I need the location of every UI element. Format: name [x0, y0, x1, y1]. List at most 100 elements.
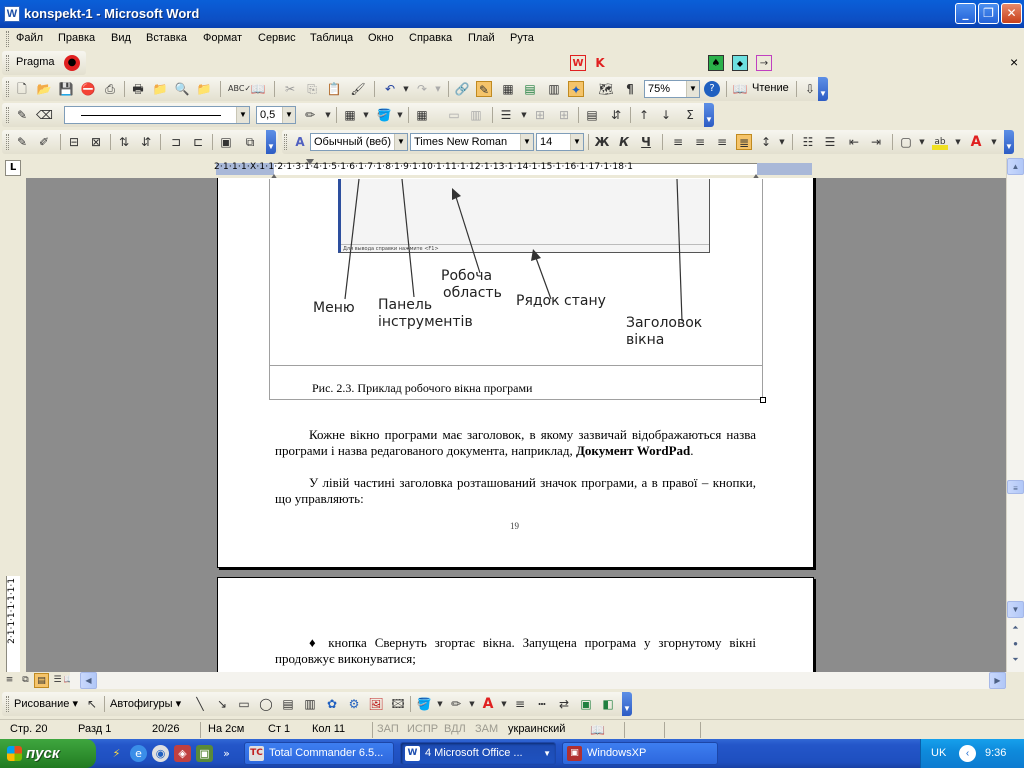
chevron-down-icon[interactable]: ▼ — [686, 81, 699, 97]
draw-table-icon[interactable]: ✎ — [14, 107, 30, 123]
read-icon[interactable]: 📖 — [732, 81, 748, 97]
autoformat-icon[interactable]: ▤ — [584, 107, 600, 123]
task-windowsxp[interactable]: ▣ WindowsXP — [562, 742, 718, 765]
arrow-icon[interactable]: ↘ — [214, 696, 230, 712]
dash-style-icon[interactable]: ┅ — [534, 696, 550, 712]
toolbar-grip[interactable] — [6, 134, 9, 150]
document-map-icon[interactable]: 🗺 — [598, 81, 614, 97]
vertical-ruler[interactable]: 2·1·1·1·1·1·1·1 — [0, 178, 26, 672]
toolbar-options-icon[interactable]: ▼ — [266, 130, 276, 154]
w-mark-icon[interactable]: W — [570, 55, 586, 71]
sort-az-icon[interactable]: ⇅ — [116, 134, 132, 150]
numbering-icon[interactable]: ☷ — [800, 134, 816, 150]
scroll-left-icon[interactable]: ◀ — [80, 672, 97, 689]
underline-button[interactable]: Ч — [638, 134, 654, 150]
split-cells-icon[interactable]: ▥ — [468, 107, 484, 123]
sort-icon[interactable]: ⇩ — [802, 81, 818, 97]
line-spacing-icon[interactable]: ↕ — [758, 134, 774, 150]
scroll-thumb[interactable]: ≡ — [1007, 480, 1024, 494]
styles-icon[interactable]: A — [292, 134, 308, 150]
language-indicator[interactable]: UK — [931, 747, 946, 759]
sort-ascending-icon[interactable]: ↑ — [636, 107, 652, 123]
delete-rows-icon[interactable]: ⊠ — [88, 134, 104, 150]
chevron-down-icon[interactable]: ▼ — [430, 81, 446, 97]
browse-object-icon[interactable]: ● — [1007, 636, 1024, 653]
menu-table[interactable]: Таблица — [310, 32, 353, 44]
scroll-up-icon[interactable]: ▲ — [1007, 158, 1024, 175]
spelling-status-icon[interactable]: 📖 — [590, 723, 605, 737]
spelling-icon[interactable]: ABC✓ — [228, 81, 251, 97]
research-icon[interactable]: 📁 — [196, 81, 212, 97]
first-line-indent-marker[interactable] — [306, 159, 314, 165]
quicklaunch-expand-icon[interactable]: » — [218, 745, 235, 762]
decrease-indent-icon[interactable]: ⇤ — [846, 134, 862, 150]
arrow-style-icon[interactable]: ⇄ — [556, 696, 572, 712]
copy-icon[interactable]: ⎘ — [304, 81, 320, 97]
font-size-combo[interactable]: 14 ▼ — [536, 133, 584, 151]
tables-borders-icon[interactable]: ✎ — [476, 81, 492, 97]
chevron-down-icon[interactable]: ▼ — [774, 134, 790, 150]
chevron-down-icon[interactable]: ▼ — [394, 134, 407, 150]
print-preview-icon[interactable]: 🖶 — [130, 81, 146, 97]
distribute-rows-icon[interactable]: ⊞ — [532, 107, 548, 123]
bullet-paragraph[interactable]: ♦ кнопка Свернуть згортає вікна. Запущен… — [275, 635, 756, 667]
chevron-down-icon[interactable]: ▼ — [432, 696, 448, 712]
document-area[interactable]: Для вывода справки нажмите <F1> Меню Пан… — [26, 178, 1006, 672]
distribute-columns-icon[interactable]: ⊞ — [556, 107, 572, 123]
quicklaunch-media-icon[interactable]: ◉ — [152, 745, 169, 762]
unlink-frames-icon[interactable]: ⊏ — [190, 134, 206, 150]
sort-za-icon[interactable]: ⇵ — [138, 134, 154, 150]
toolbar-grip[interactable] — [6, 107, 9, 123]
folder-icon[interactable]: 📁 — [152, 81, 168, 97]
highlight-icon[interactable]: ab — [932, 134, 948, 150]
sort-descending-icon[interactable]: ↓ — [658, 107, 674, 123]
close-doc-button[interactable]: × — [1010, 54, 1018, 70]
paste-icon[interactable]: 📋 — [326, 81, 342, 97]
toolbar-grip[interactable] — [6, 81, 9, 97]
text-direction-icon[interactable]: ⇵ — [608, 107, 624, 123]
bold-button[interactable]: Ж — [594, 134, 610, 150]
align-center-icon[interactable]: ≡ — [692, 134, 708, 150]
toolbar-options-icon[interactable]: ▼ — [622, 692, 632, 716]
line-icon[interactable]: ╲ — [192, 696, 208, 712]
open-icon[interactable]: 📂 — [36, 81, 52, 97]
search-icon[interactable]: 🔍 — [174, 81, 190, 97]
redo-icon[interactable]: ↷ — [414, 81, 430, 97]
chevron-down-icon[interactable]: ▼ — [516, 107, 532, 123]
k-mark-icon[interactable]: K — [592, 55, 608, 71]
insert-table-icon[interactable]: ▦ — [414, 107, 430, 123]
edit-icon[interactable]: ✎ — [14, 134, 30, 150]
italic-button[interactable]: К — [616, 134, 632, 150]
wordart-icon[interactable]: ✿ — [324, 696, 340, 712]
tab-selector[interactable]: L — [5, 160, 21, 176]
border-color-icon[interactable]: ✏ — [302, 107, 318, 123]
close-button[interactable]: ✕ — [1001, 3, 1022, 24]
insert-rows-icon[interactable]: ⊟ — [66, 134, 82, 150]
rectangle-icon[interactable]: ▭ — [236, 696, 252, 712]
next-page-icon[interactable]: ⏷ — [1007, 652, 1024, 669]
justify-icon[interactable]: ≣ — [736, 134, 752, 150]
zoom-combo[interactable]: 75% ▼ — [644, 80, 700, 98]
menu-window[interactable]: Окно — [368, 32, 394, 44]
align-right-icon[interactable]: ≡ — [714, 134, 730, 150]
status-rec[interactable]: ЗАП — [377, 723, 399, 735]
scroll-right-icon[interactable]: ▶ — [989, 672, 1006, 689]
print-layout-icon[interactable]: ▤ — [34, 673, 49, 688]
properties-icon[interactable]: ⧉ — [242, 134, 258, 150]
line-style-combo[interactable]: ▼ — [64, 106, 250, 124]
align-icon[interactable]: ☰ — [498, 107, 514, 123]
menu-file[interactable]: Файл — [16, 32, 43, 44]
page[interactable]: ♦ кнопка Свернуть згортає вікна. Запущен… — [217, 577, 814, 672]
status-ovr[interactable]: ЗАМ — [475, 723, 498, 735]
scroll-down-icon[interactable]: ▼ — [1007, 601, 1024, 618]
3d-style-icon[interactable]: ◧ — [600, 696, 616, 712]
chevron-down-icon[interactable]: ▼ — [986, 134, 1002, 150]
paragraph-2[interactable]: У лівій частині заголовка розташований з… — [275, 475, 756, 507]
font-color-icon[interactable]: A — [480, 696, 496, 712]
chevron-down-icon[interactable]: ▼ — [914, 134, 930, 150]
chevron-down-icon[interactable]: ▼ — [358, 107, 374, 123]
status-ext[interactable]: ВДЛ — [444, 723, 466, 735]
vertical-textbox-icon[interactable]: ▥ — [302, 696, 318, 712]
borders-icon[interactable]: ▦ — [342, 107, 358, 123]
task-total-commander[interactable]: TC Total Commander 6.5... — [244, 742, 394, 765]
